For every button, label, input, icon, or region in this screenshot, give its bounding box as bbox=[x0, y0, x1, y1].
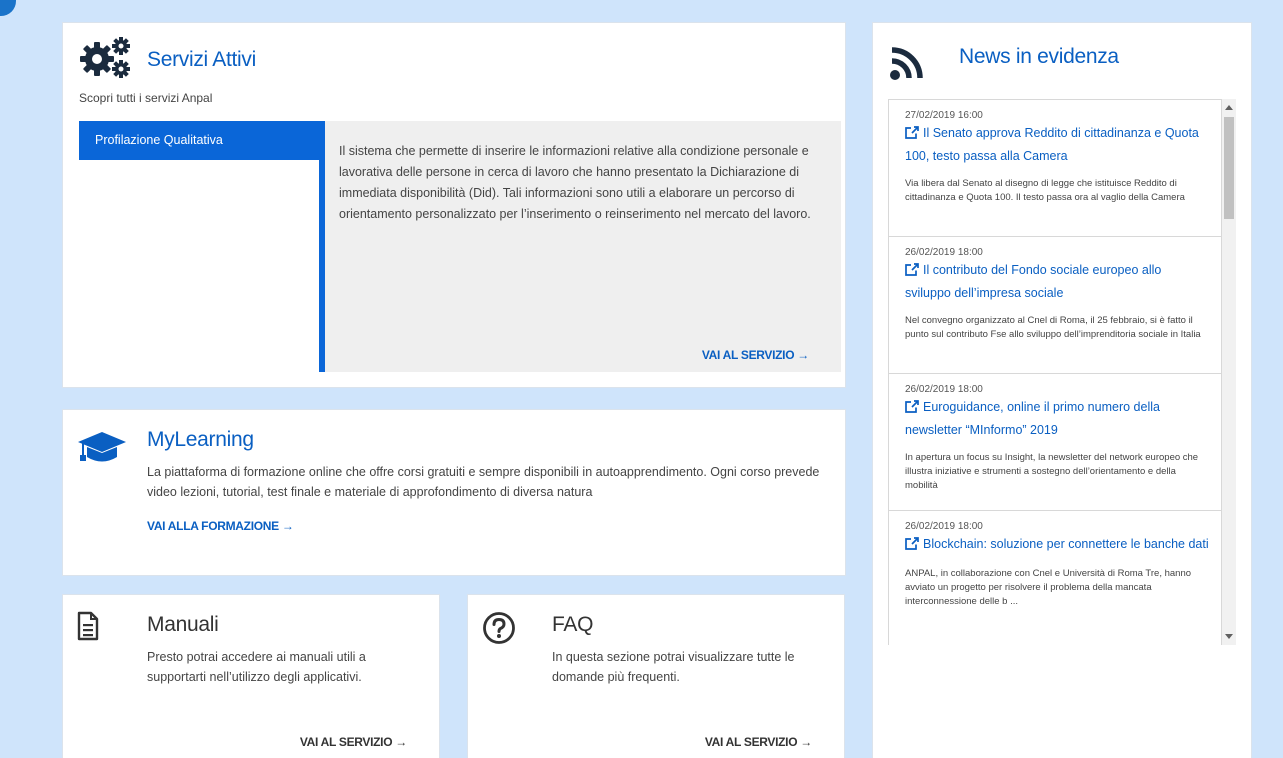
servizi-subtitle: Scopri tutti i servizi Anpal bbox=[79, 91, 213, 105]
news-item[interactable]: 26/02/2019 18:00 Il contributo del Fondo… bbox=[888, 236, 1222, 373]
external-link-icon bbox=[905, 399, 919, 420]
news-items: 27/02/2019 16:00 Il Senato approva Reddi… bbox=[888, 99, 1222, 645]
news-summary: Nel convegno organizzato al Cnel di Roma… bbox=[905, 315, 1201, 340]
faq-description: In questa sezione potrai visualizzare tu… bbox=[552, 650, 795, 684]
news-summary: Via libera dal Senato al disegno di legg… bbox=[905, 178, 1185, 203]
news-summary: In apertura un focus su Insight, la news… bbox=[905, 452, 1199, 491]
news-item[interactable]: 26/02/2019 18:00 Euroguidance, online il… bbox=[888, 373, 1222, 510]
corner-badge bbox=[0, 0, 16, 16]
external-link-icon bbox=[905, 536, 919, 557]
news-item[interactable]: 26/02/2019 18:00 Blockchain: soluzione p… bbox=[888, 510, 1222, 645]
servizi-title: Servizi Attivi bbox=[147, 47, 256, 71]
manuali-card: Manuali Presto potrai accedere ai manual… bbox=[62, 594, 440, 758]
rss-icon bbox=[889, 45, 925, 86]
service-description-panel: Il sistema che permette di inserire le i… bbox=[325, 121, 841, 372]
mylearning-description: La piattaforma di formazione online che … bbox=[147, 465, 820, 499]
external-link-icon bbox=[905, 125, 919, 146]
news-date: 26/02/2019 18:00 bbox=[905, 384, 983, 395]
news-link-text: Il contributo del Fondo sociale europeo … bbox=[905, 263, 1162, 300]
vai-alla-formazione-link[interactable]: VAI ALLA FORMAZIONE → bbox=[147, 519, 294, 533]
news-link[interactable]: Il Senato approva Reddito di cittadinanz… bbox=[905, 123, 1209, 167]
service-description: Il sistema che permette di inserire le i… bbox=[339, 144, 811, 221]
news-title: News in evidenza bbox=[959, 45, 1119, 68]
graduation-cap-icon bbox=[77, 430, 127, 471]
document-icon bbox=[77, 611, 99, 646]
mylearning-card: MyLearning La piattaforma di formazione … bbox=[62, 409, 846, 576]
manuali-description: Presto potrai accedere ai manuali utili … bbox=[147, 650, 366, 684]
news-date: 27/02/2019 16:00 bbox=[905, 110, 983, 121]
mylearning-title: MyLearning bbox=[147, 428, 254, 451]
servizi-attivi-card: Servizi Attivi Scopri tutti i servizi An… bbox=[62, 22, 846, 388]
news-date: 26/02/2019 18:00 bbox=[905, 521, 983, 532]
gears-icon bbox=[79, 35, 133, 84]
news-card: News in evidenza 27/02/2019 16:00 Il Sen… bbox=[872, 22, 1252, 758]
faq-title: FAQ bbox=[552, 613, 594, 636]
question-circle-icon bbox=[482, 611, 516, 650]
scrollbar-thumb[interactable] bbox=[1224, 117, 1234, 219]
news-item[interactable]: 27/02/2019 16:00 Il Senato approva Reddi… bbox=[888, 99, 1222, 236]
scroll-up-arrow-icon[interactable] bbox=[1225, 105, 1233, 110]
news-scrollbar[interactable] bbox=[1222, 99, 1236, 645]
vai-al-servizio-link[interactable]: VAI AL SERVIZIO → bbox=[702, 348, 809, 362]
faq-vai-al-servizio-link[interactable]: VAI AL SERVIZIO → bbox=[705, 735, 812, 749]
news-link[interactable]: Blockchain: soluzione per connettere le … bbox=[905, 534, 1209, 557]
news-link-text: Blockchain: soluzione per connettere le … bbox=[923, 537, 1209, 551]
servizi-header: Servizi Attivi bbox=[79, 35, 256, 84]
manuali-vai-al-servizio-link[interactable]: VAI AL SERVIZIO → bbox=[300, 735, 407, 749]
news-link[interactable]: Euroguidance, online il primo numero del… bbox=[905, 397, 1209, 441]
news-link-text: Il Senato approva Reddito di cittadinanz… bbox=[905, 126, 1199, 163]
news-list[interactable]: 27/02/2019 16:00 Il Senato approva Reddi… bbox=[888, 99, 1236, 645]
news-summary: ANPAL, in collaborazione con Cnel e Univ… bbox=[905, 568, 1192, 607]
external-link-icon bbox=[905, 262, 919, 283]
faq-card: FAQ In questa sezione potrai visualizzar… bbox=[467, 594, 845, 758]
news-date: 26/02/2019 18:00 bbox=[905, 247, 983, 258]
scroll-down-arrow-icon[interactable] bbox=[1225, 634, 1233, 639]
news-link-text: Euroguidance, online il primo numero del… bbox=[905, 400, 1160, 437]
news-link[interactable]: Il contributo del Fondo sociale europeo … bbox=[905, 260, 1209, 304]
manuali-title: Manuali bbox=[147, 613, 219, 636]
tab-profilazione-qualitativa[interactable]: Profilazione Qualitativa bbox=[79, 121, 325, 160]
